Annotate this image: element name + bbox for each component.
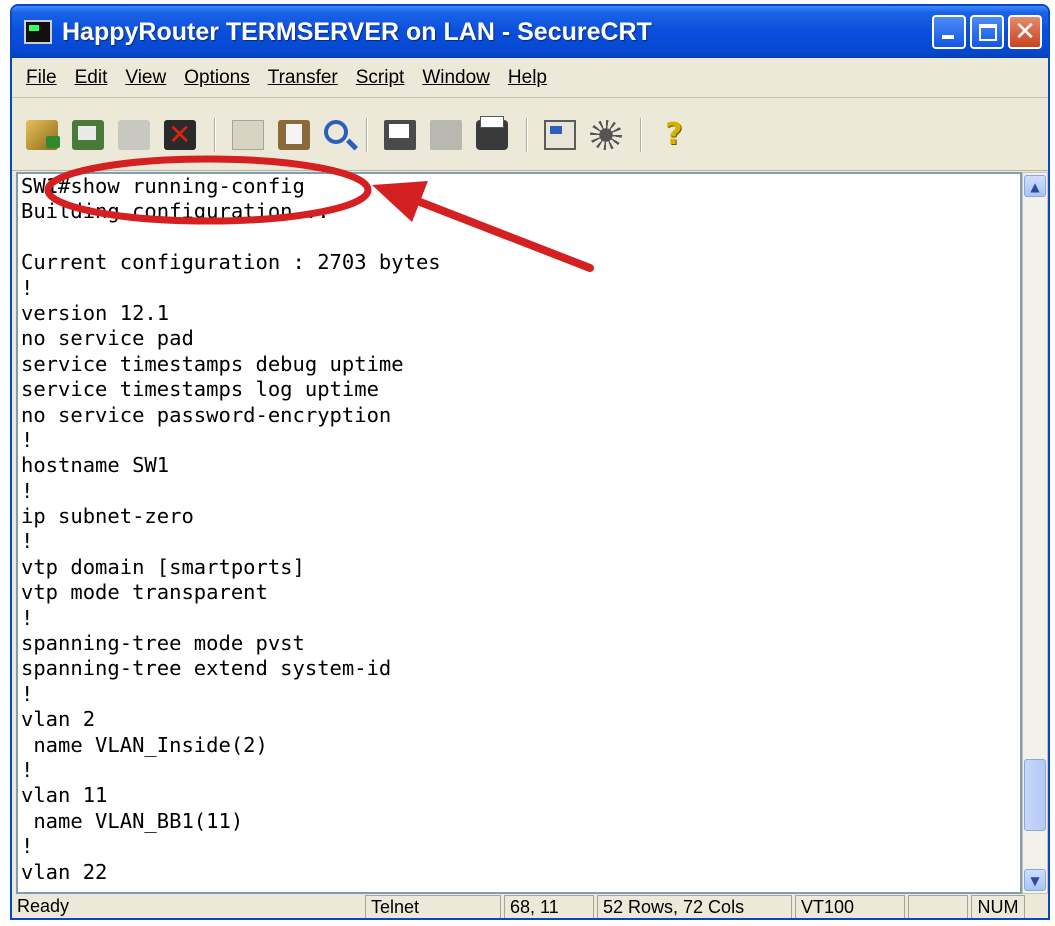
menu-view[interactable]: View — [125, 67, 166, 89]
scrollbar-thumb[interactable] — [1024, 759, 1046, 831]
printer-setup-icon[interactable] — [476, 115, 508, 150]
maximize-icon — [979, 24, 997, 41]
terminal-line: no service password-encryption — [21, 402, 392, 427]
terminal-line: ! — [21, 605, 34, 630]
scroll-down-icon[interactable]: ▼ — [1024, 869, 1046, 891]
minimize-icon — [942, 35, 954, 39]
maximize-button[interactable] — [970, 15, 1004, 49]
terminal-line: version 12.1 — [21, 300, 170, 325]
menu-window[interactable]: Window — [422, 67, 490, 89]
menu-transfer[interactable]: Transfer — [268, 67, 338, 89]
status-bar: Ready Telnet 68, 11 52 Rows, 72 Cols VT1… — [12, 894, 1048, 918]
terminal-app-icon[interactable] — [24, 20, 52, 44]
menu-help[interactable]: Help — [508, 67, 547, 89]
terminal-line: vlan 2 — [21, 707, 96, 732]
status-blank — [908, 895, 968, 918]
vertical-scrollbar[interactable]: ▲ ▼ — [1022, 172, 1048, 894]
terminal-line: vlan 11 — [21, 783, 108, 808]
terminal-output[interactable]: SW1#show running-config Building configur… — [16, 172, 1022, 894]
terminal-line: ! — [21, 478, 34, 503]
title-bar[interactable]: HappyRouter TERMSERVER on LAN - SecureCR… — [12, 6, 1048, 58]
terminal-line: ! — [21, 834, 34, 859]
terminal-line: ! — [21, 427, 34, 452]
status-num-lock: NUM — [971, 895, 1025, 918]
terminal-line: ! — [21, 681, 34, 706]
terminal-line: vtp mode transparent — [21, 580, 268, 605]
menu-script[interactable]: Script — [356, 67, 405, 89]
help-icon[interactable]: ? — [658, 119, 690, 150]
reconnect-icon[interactable] — [118, 119, 150, 150]
status-emulation: VT100 — [795, 895, 905, 918]
terminal-line: ! — [21, 275, 34, 300]
toolbar-separator — [214, 117, 216, 152]
terminal-line: spanning-tree extend system-id — [21, 656, 392, 681]
minimize-button[interactable] — [932, 15, 966, 49]
terminal-line: spanning-tree mode pvst — [21, 631, 305, 656]
find-icon[interactable] — [324, 119, 348, 144]
print-selection-icon[interactable] — [430, 119, 462, 150]
global-options-icon[interactable] — [590, 119, 622, 150]
paste-icon[interactable] — [278, 119, 310, 150]
terminal-line: no service pad — [21, 326, 194, 351]
terminal-line: vtp domain [smartports] — [21, 554, 305, 579]
menu-file[interactable]: File — [26, 67, 57, 89]
terminal-line: name VLAN_Inside(2) — [21, 732, 268, 757]
terminal-line: hostname SW1 — [21, 453, 170, 478]
terminal-line: Building configuration... — [21, 199, 330, 224]
terminal-line: service timestamps debug uptime — [21, 351, 404, 376]
terminal-line: name VLAN_BB1(11) — [21, 808, 244, 833]
terminal-line: ! — [21, 529, 34, 554]
quick-connect-icon[interactable] — [72, 119, 104, 150]
copy-icon[interactable] — [232, 119, 264, 150]
window-title: HappyRouter TERMSERVER on LAN - SecureCR… — [62, 17, 652, 46]
securecrt-window: HappyRouter TERMSERVER on LAN - SecureCR… — [10, 4, 1050, 920]
toolbar-separator — [526, 117, 528, 152]
toolbar-separator — [366, 117, 368, 152]
toolbar-separator — [640, 117, 642, 152]
scroll-up-icon[interactable]: ▲ — [1024, 175, 1046, 197]
menu-options[interactable]: Options — [184, 67, 249, 89]
status-ready: Ready — [17, 896, 70, 916]
terminal-line: SW1#show running-config — [21, 174, 305, 198]
status-terminal-size: 52 Rows, 72 Cols — [597, 895, 792, 918]
terminal-line: vlan 22 — [21, 859, 108, 884]
disconnect-icon[interactable] — [164, 118, 196, 151]
terminal-line: ! — [21, 757, 34, 782]
menu-bar: File Edit View Options Transfer Script W… — [12, 58, 1048, 98]
status-cursor-position: 68, 11 — [504, 895, 594, 918]
connect-icon[interactable] — [26, 119, 60, 150]
menu-edit[interactable]: Edit — [75, 67, 108, 89]
caption-buttons: ✕ — [932, 15, 1042, 49]
close-icon: ✕ — [1014, 17, 1036, 47]
status-protocol: Telnet — [365, 895, 501, 918]
close-button[interactable]: ✕ — [1008, 15, 1042, 49]
print-icon[interactable] — [384, 119, 416, 150]
terminal-line: ip subnet-zero — [21, 504, 194, 529]
terminal-line: Current configuration : 2703 bytes — [21, 250, 441, 275]
toolbar: ? — [12, 99, 1048, 171]
terminal-line: service timestamps log uptime — [21, 377, 379, 402]
session-options-icon[interactable] — [544, 119, 576, 150]
